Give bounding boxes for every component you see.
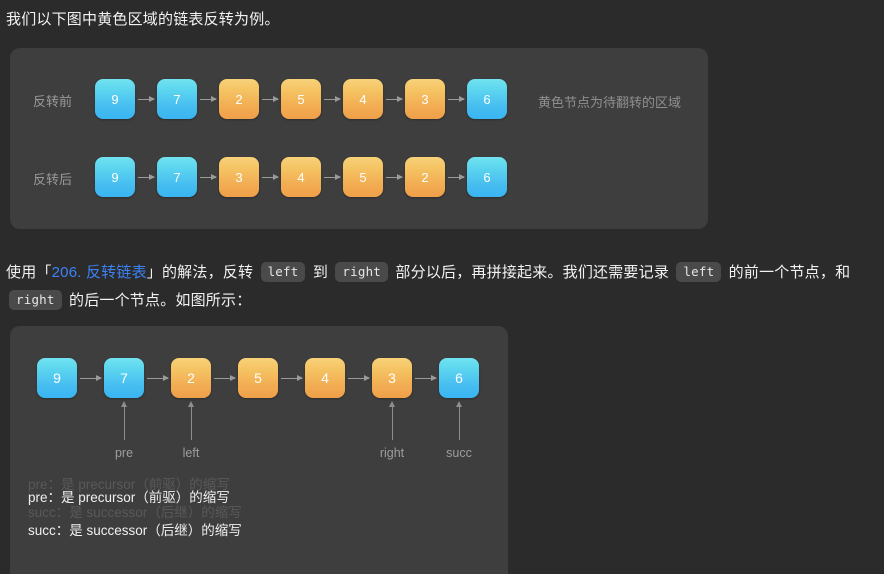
node-value: 9 <box>111 169 119 185</box>
next-pointer-arrow-icon <box>138 174 155 180</box>
pointer-arrow-icon <box>455 401 462 440</box>
node-value: 2 <box>187 370 195 386</box>
linked-list-node: 3 <box>219 157 259 197</box>
node-value: 7 <box>120 370 128 386</box>
diagram-one-panel <box>10 48 708 229</box>
linked-list-node: 6 <box>467 79 507 119</box>
page-root: 我们以下图中黄色区域的链表反转为例。 使用「206. 反转链表」的解法，反转 l… <box>0 0 884 574</box>
node-value: 2 <box>235 91 243 107</box>
next-pointer-arrow-icon <box>138 96 155 102</box>
pointer-label: succ <box>446 446 472 460</box>
diagram-row-label: 反转后 <box>33 172 73 187</box>
node-value: 7 <box>173 91 181 107</box>
explanation-seg6: 的后一个节点。如图所示： <box>64 292 252 309</box>
linked-list-node: 4 <box>281 157 321 197</box>
next-pointer-arrow-icon <box>448 96 465 102</box>
linked-list-node: 2 <box>171 358 211 398</box>
next-pointer-arrow-icon <box>281 375 303 381</box>
linked-list-node: 7 <box>157 79 197 119</box>
next-pointer-arrow-icon <box>324 174 341 180</box>
footnote: succ：是 successor（后继）的缩写 <box>28 523 242 538</box>
explanation-seg1: 使用「 <box>6 264 52 281</box>
footnote-ghost: succ：是 successor（后继）的缩写 <box>28 505 242 520</box>
linked-list-node: 6 <box>439 358 479 398</box>
explanation-seg2: 」的解法，反转 <box>146 264 258 281</box>
linked-list-node: 2 <box>405 157 445 197</box>
next-pointer-arrow-icon <box>386 96 403 102</box>
next-pointer-arrow-icon <box>415 375 437 381</box>
explanation-seg3: 到 <box>308 264 333 281</box>
next-pointer-arrow-icon <box>262 96 279 102</box>
explanation-paragraph: 使用「206. 反转链表」的解法，反转 left 到 right 部分以后，再拼… <box>6 258 880 314</box>
linked-list-node: 3 <box>372 358 412 398</box>
next-pointer-arrow-icon <box>386 174 403 180</box>
node-value: 6 <box>483 169 491 185</box>
node-value: 9 <box>53 370 61 386</box>
linked-list-node: 9 <box>95 79 135 119</box>
node-value: 3 <box>388 370 396 386</box>
explanation-seg5: 的前一个节点，和 <box>724 264 851 281</box>
linked-list-node: 6 <box>467 157 507 197</box>
explanation-seg4: 部分以后，再拼接起来。我们还需要记录 <box>391 264 674 281</box>
linked-list-node: 3 <box>405 79 445 119</box>
node-value: 5 <box>254 370 262 386</box>
code-chip-right-2: right <box>9 290 62 310</box>
node-value: 4 <box>297 169 305 185</box>
node-value: 3 <box>235 169 243 185</box>
linked-list-node: 5 <box>343 157 383 197</box>
next-pointer-arrow-icon <box>348 375 370 381</box>
diagram-row-label: 反转前 <box>33 94 73 109</box>
pointer-arrow-icon <box>388 401 395 440</box>
linked-list-node: 2 <box>219 79 259 119</box>
linked-list-node: 7 <box>157 157 197 197</box>
node-value: 9 <box>111 91 119 107</box>
node-value: 3 <box>421 91 429 107</box>
node-value: 6 <box>483 91 491 107</box>
intro-paragraph: 我们以下图中黄色区域的链表反转为例。 <box>6 6 866 33</box>
linked-list-node: 5 <box>281 79 321 119</box>
linked-list-node: 9 <box>37 358 77 398</box>
linked-list-node: 9 <box>95 157 135 197</box>
code-chip-left-1: left <box>260 262 306 282</box>
next-pointer-arrow-icon <box>324 96 341 102</box>
node-value: 2 <box>421 169 429 185</box>
diagram-legend: 黄色节点为待翻转的区域 <box>538 95 682 110</box>
next-pointer-arrow-icon <box>262 174 279 180</box>
next-pointer-arrow-icon <box>448 174 465 180</box>
next-pointer-arrow-icon <box>80 375 102 381</box>
pointer-arrow-icon <box>120 401 127 440</box>
linked-list-node: 4 <box>305 358 345 398</box>
node-value: 5 <box>359 169 367 185</box>
node-value: 4 <box>321 370 329 386</box>
linked-list-node: 5 <box>238 358 278 398</box>
pointer-arrow-icon <box>187 401 194 440</box>
node-value: 5 <box>297 91 305 107</box>
next-pointer-arrow-icon <box>147 375 169 381</box>
node-value: 7 <box>173 169 181 185</box>
next-pointer-arrow-icon <box>200 174 217 180</box>
linked-list-node: 7 <box>104 358 144 398</box>
code-chip-left-2: left <box>676 262 722 282</box>
node-value: 4 <box>359 91 367 107</box>
intro-text: 我们以下图中黄色区域的链表反转为例。 <box>6 11 280 28</box>
node-value: 6 <box>455 370 463 386</box>
reverse-linked-list-link[interactable]: 206. 反转链表 <box>52 264 147 281</box>
pointer-label: left <box>182 446 200 460</box>
next-pointer-arrow-icon <box>214 375 236 381</box>
next-pointer-arrow-icon <box>200 96 217 102</box>
linked-list-node: 4 <box>343 79 383 119</box>
code-chip-right-1: right <box>335 262 389 282</box>
